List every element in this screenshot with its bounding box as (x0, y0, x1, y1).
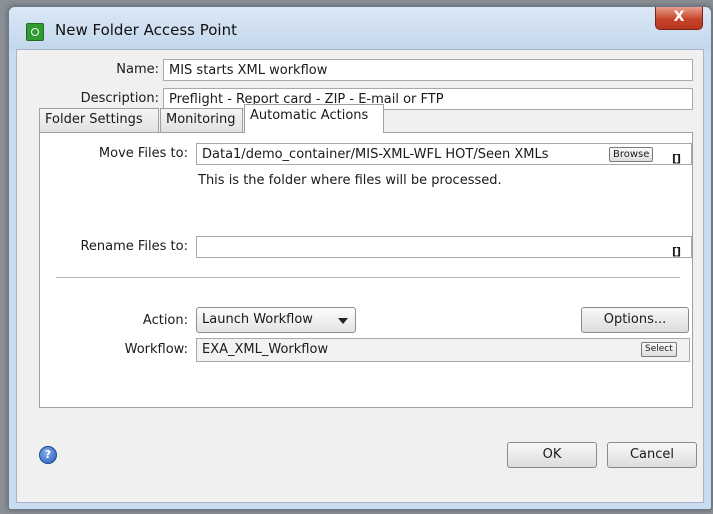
close-button[interactable]: X (655, 7, 703, 30)
name-label: Name: (116, 62, 159, 77)
workflow-field: EXA_XML_Workflow Select (196, 338, 690, 362)
browse-button[interactable]: Browse (609, 147, 654, 162)
workflow-value: EXA_XML_Workflow (202, 342, 329, 357)
options-button[interactable]: Options... (581, 307, 689, 333)
help-icon[interactable]: ? (39, 446, 57, 464)
tab-monitoring[interactable]: Monitoring (160, 108, 243, 132)
description-field[interactable]: Preflight - Report card - ZIP - E-mail o… (163, 88, 693, 110)
ok-button[interactable]: OK (507, 442, 597, 468)
move-files-label: Move Files to: (98, 146, 188, 161)
automatic-actions-panel: Move Files to: Data1/demo_container/MIS-… (39, 132, 693, 408)
action-dropdown[interactable]: Launch Workflow (196, 307, 356, 333)
action-label: Action: (142, 313, 188, 328)
move-files-field[interactable]: Data1/demo_container/MIS-XML-WFL HOT/See… (196, 143, 692, 165)
title-bar[interactable]: New Folder Access Point X (9, 7, 711, 49)
app-icon (26, 23, 44, 41)
variable-icon[interactable]: [] (672, 148, 681, 164)
variable-icon[interactable]: [] (672, 241, 681, 257)
move-files-path: Data1/demo_container/MIS-XML-WFL HOT/See… (202, 147, 549, 162)
dialog-content: Name: MIS starts XML workflow Descriptio… (16, 49, 704, 503)
tab-folder-settings[interactable]: Folder Settings (39, 108, 159, 132)
tab-automatic-actions[interactable]: Automatic Actions (244, 104, 384, 133)
action-selected-value: Launch Workflow (202, 312, 313, 327)
caret-down-icon (338, 318, 348, 324)
rename-files-field[interactable]: [] (196, 236, 692, 258)
separator (56, 277, 680, 278)
rename-files-label: Rename Files to: (80, 239, 188, 254)
workflow-label: Workflow: (124, 342, 188, 357)
description-label: Description: (80, 91, 159, 106)
cancel-button[interactable]: Cancel (607, 442, 697, 468)
dialog-window: New Folder Access Point X Name: MIS star… (8, 6, 712, 510)
window-title: New Folder Access Point (55, 21, 237, 39)
move-files-hint: This is the folder where files will be p… (198, 173, 502, 188)
name-field[interactable]: MIS starts XML workflow (163, 59, 693, 81)
select-button[interactable]: Select (641, 342, 677, 357)
